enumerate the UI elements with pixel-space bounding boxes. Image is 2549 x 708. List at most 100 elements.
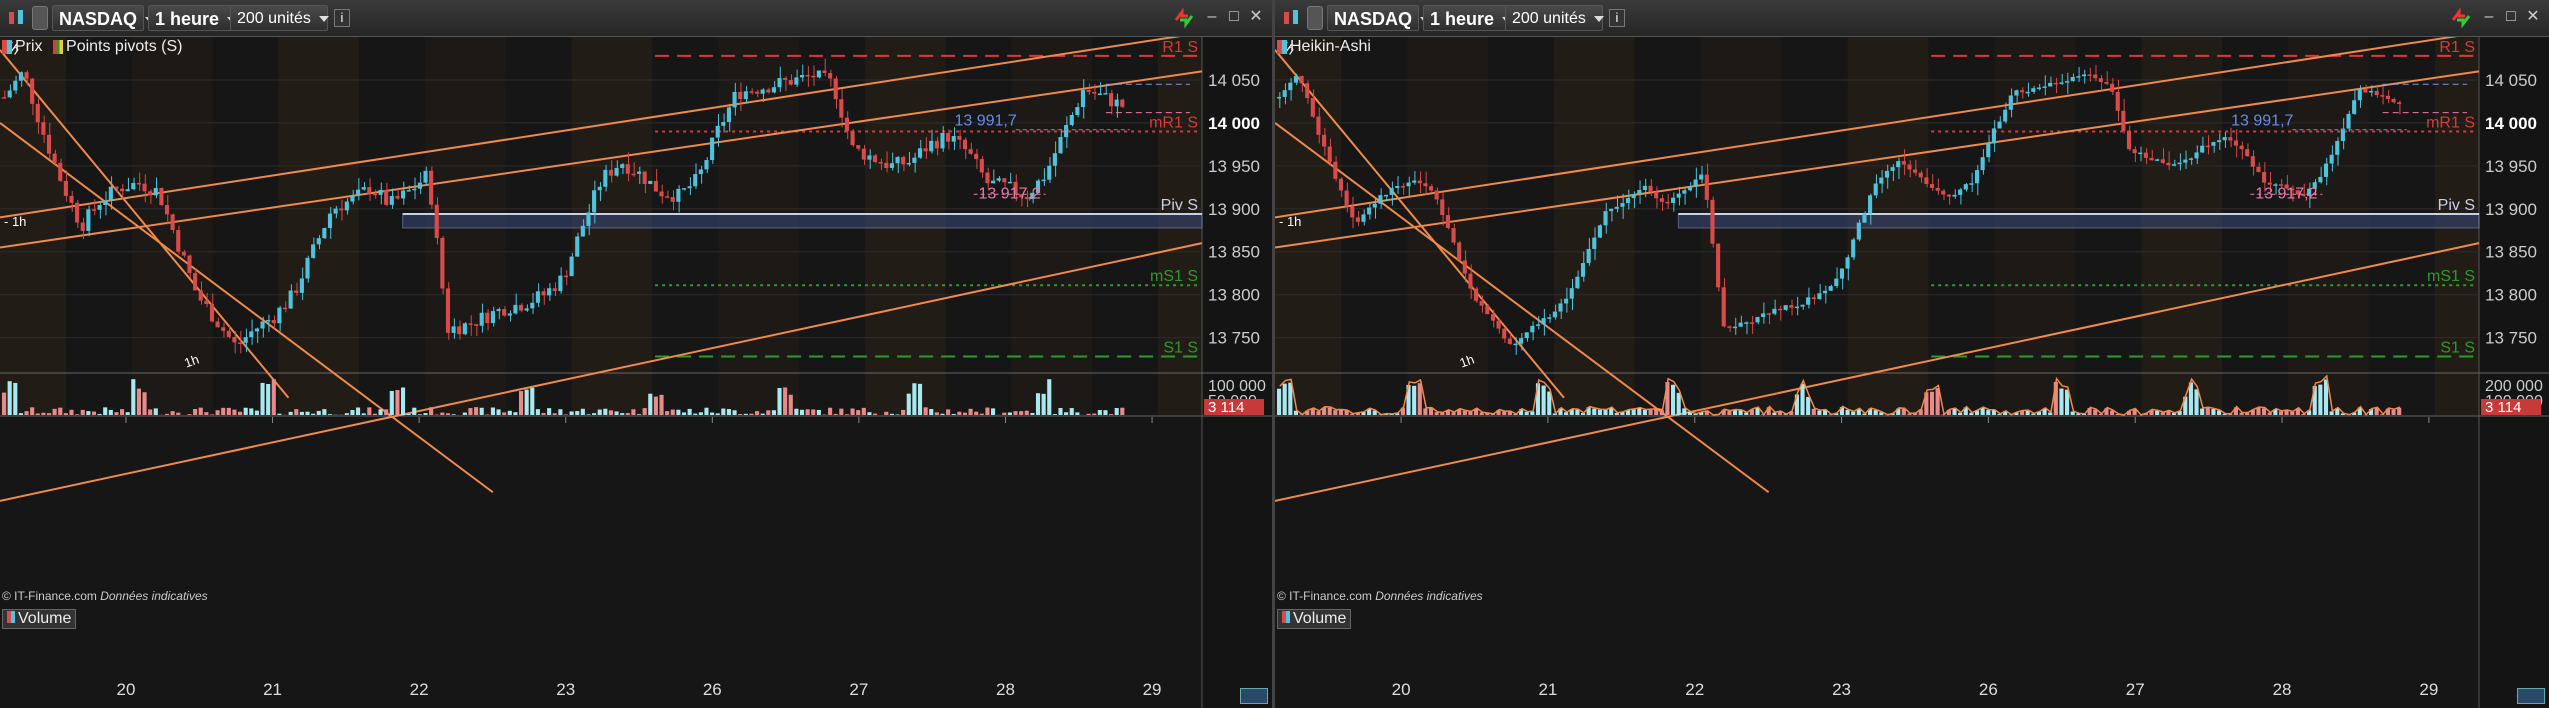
candle-body	[30, 78, 35, 104]
volume-bar	[732, 410, 737, 415]
candle-body	[575, 236, 580, 257]
units-dropdown[interactable]: 200 unités	[1505, 5, 1604, 31]
volume-bar	[957, 411, 962, 415]
minimize-button[interactable]: –	[1204, 9, 1220, 25]
info-icon[interactable]: i	[1609, 9, 1625, 27]
y-tick-label: 13 800	[2485, 286, 2537, 305]
y-tick-label: 13 850	[2485, 243, 2537, 262]
symbol-dropdown[interactable]: NASDAQ	[1327, 5, 1431, 31]
candle-body	[940, 132, 945, 149]
candle-body	[260, 321, 265, 329]
volume-bar	[468, 408, 473, 415]
volume-bar	[322, 409, 327, 415]
export-icon[interactable]	[2517, 688, 2545, 704]
volume-bar	[547, 408, 552, 415]
maximize-button[interactable]: □	[2503, 9, 2519, 25]
pivot-level-label: Piv S	[2438, 197, 2475, 214]
volume-bar	[215, 410, 220, 415]
candle-body	[2216, 140, 2222, 143]
candle-body	[771, 87, 776, 93]
export-icon[interactable]	[1240, 688, 1268, 704]
candle-body	[2374, 90, 2379, 96]
volume-bar	[254, 410, 259, 415]
candle-body	[1052, 153, 1057, 166]
pivot-series-icon	[53, 39, 64, 54]
candle-body	[282, 307, 288, 310]
volume-bar	[861, 407, 866, 415]
candle-body	[108, 186, 113, 201]
volume-bar	[1052, 414, 1057, 415]
heikin-ashi-chart[interactable]: 14 050 14 000 13 950 13 900 13 850 13 800 13 7…	[1275, 37, 2549, 708]
candle-body	[46, 134, 52, 154]
candle-body	[2346, 113, 2351, 129]
candle-body	[412, 188, 417, 191]
volume-bar	[440, 412, 445, 415]
chart-legend: Heikin-Ashi	[1277, 38, 1371, 58]
candle-body	[451, 326, 456, 333]
volume-bar	[400, 387, 406, 415]
candle-body	[1856, 222, 1861, 240]
candle-body	[2143, 152, 2148, 158]
candle-body	[1676, 193, 1681, 198]
candle-body	[2132, 149, 2137, 154]
candle-body	[586, 212, 591, 226]
volume-bar	[833, 413, 838, 415]
close-button[interactable]: ✕	[1248, 9, 1264, 25]
volume-bar	[361, 413, 366, 415]
units-dropdown[interactable]: 200 unités	[230, 5, 329, 31]
volume-bar	[406, 413, 411, 415]
sync-arrows-icon[interactable]	[1172, 6, 1196, 30]
candle-body	[2329, 154, 2334, 164]
candle-body	[1451, 228, 1456, 243]
candle-body	[530, 302, 535, 309]
candle-body	[946, 132, 951, 142]
price-series-icon	[2, 39, 12, 54]
candle-body	[2166, 162, 2171, 166]
symbol-dropdown[interactable]: NASDAQ	[52, 5, 156, 31]
candle-body	[1277, 96, 1282, 99]
volume-bar	[395, 389, 400, 415]
candle-body	[1007, 181, 1012, 184]
settings-gear-icon[interactable]	[1307, 6, 1323, 30]
candle-body	[198, 290, 203, 301]
interval-dropdown[interactable]: 1 heure	[148, 5, 238, 31]
candle-body	[170, 214, 175, 231]
candle-body	[221, 327, 226, 331]
y-tick-label: 13 900	[1208, 200, 1260, 219]
candle-body	[1490, 314, 1496, 321]
candle-body	[665, 196, 670, 198]
heikin-ashi-series-icon	[1277, 39, 1287, 54]
y-tick-label: 13 850	[1208, 243, 1260, 262]
price-chart[interactable]: 14 050 14 000 13 950 13 900 13 850 13 800 13 7…	[0, 37, 1272, 708]
candle-body	[563, 275, 569, 278]
volume-bar	[676, 409, 681, 415]
maximize-button[interactable]: □	[1226, 9, 1242, 25]
pivot-level-label: S1 S	[1163, 340, 1198, 357]
candlestick-icon[interactable]	[6, 8, 26, 28]
candle-body	[417, 182, 422, 189]
candle-body	[1845, 257, 1850, 269]
volume-bar	[1817, 410, 1822, 415]
candle-body	[642, 171, 647, 184]
volume-bar	[901, 409, 906, 415]
close-button[interactable]: ✕	[2525, 9, 2541, 25]
candle-body	[1822, 290, 1828, 294]
candle-body	[513, 304, 518, 314]
volume-bar	[1047, 379, 1052, 415]
settings-gear-icon[interactable]	[32, 6, 48, 30]
candle-body	[1687, 186, 1693, 191]
info-icon[interactable]: i	[334, 9, 350, 27]
volume-bar	[2, 392, 7, 415]
candle-body	[1868, 195, 1873, 214]
volume-bar	[917, 383, 923, 415]
volume-bar	[1603, 410, 1608, 415]
candlestick-icon[interactable]	[1281, 8, 1301, 28]
sync-arrows-icon[interactable]	[2449, 6, 2473, 30]
minimize-button[interactable]: –	[2481, 9, 2497, 25]
candle-body	[2205, 145, 2210, 148]
candle-body	[844, 117, 850, 131]
interval-dropdown[interactable]: 1 heure	[1423, 5, 1513, 31]
volume-bar	[474, 407, 479, 415]
candle-body	[249, 331, 254, 338]
volume-bar	[934, 412, 939, 415]
